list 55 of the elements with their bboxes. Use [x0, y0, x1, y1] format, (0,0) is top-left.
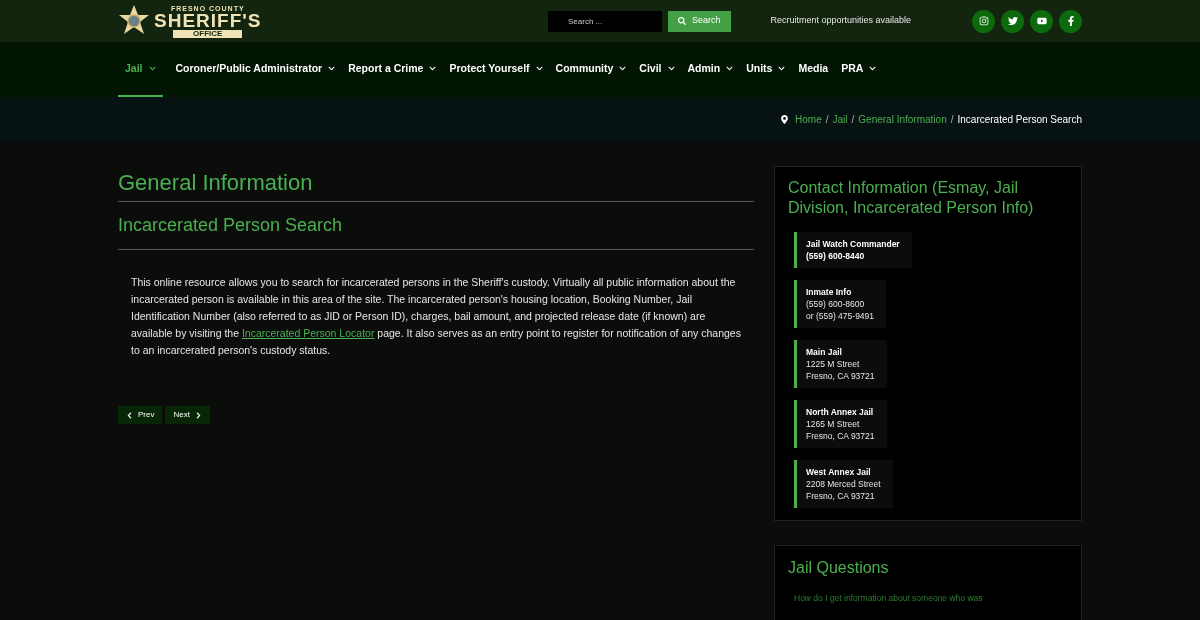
prev-button[interactable]: Prev: [118, 406, 163, 424]
location-pin-icon: [780, 115, 790, 124]
contact-line: Fresno, CA 93721: [806, 430, 875, 442]
search-icon: [678, 17, 686, 25]
recruitment-text[interactable]: Recruitment opportunities available: [770, 14, 912, 28]
contact-line: Fresno, CA 93721: [806, 370, 875, 382]
chevron-left-icon: [126, 411, 133, 419]
contact-line: (559) 600-8440: [806, 250, 866, 262]
contact-line: 1225 M Street: [806, 358, 861, 370]
question-link[interactable]: How do I get information about someone who was: [788, 592, 1068, 605]
nav-item[interactable]: Community: [555, 42, 627, 97]
nav-item[interactable]: Units: [746, 42, 786, 97]
instagram-icon: [978, 16, 989, 26]
breadcrumb-separator: /: [825, 113, 829, 127]
page-title: General Information: [118, 166, 754, 202]
nav-item[interactable]: Admin: [687, 42, 734, 97]
breadcrumb-separator: /: [950, 113, 954, 127]
nav-item[interactable]: Protect Yourself: [449, 42, 543, 97]
description-paragraph: This online resource allows you to search for incarcerated persons in the Sheriff's custody. Virtually all public information about the incarcerated person is available in this area of the site. The incarcerated person's housing location, Booking Number, Jail Identification Number (also referred to as JID or Person ID), charges, bail amount, and projected release date (if known) are available by visiting the Incarcerated Person Locator page. It also serves as an entry point to register for notification of any changes to an incarcerated person's custody status.: [130, 275, 742, 358]
locator-link[interactable]: Incarcerated Person Locator: [241, 327, 375, 339]
twitter-icon: [1007, 16, 1018, 26]
breadcrumb-separator: /: [851, 113, 855, 127]
contact-title: Contact Information (Esmay, Jail Division, Incarcerated Person Info): [788, 178, 1035, 218]
facebook-button[interactable]: [1059, 9, 1082, 33]
nav-item[interactable]: PRA: [841, 42, 877, 97]
instagram-button[interactable]: [972, 9, 995, 33]
nav-item[interactable]: Report a Crime: [348, 42, 437, 97]
questions-title: Jail Questions: [788, 558, 890, 578]
nav-item[interactable]: Media: [798, 42, 829, 97]
section-title: Incarcerated Person Search: [118, 202, 754, 250]
contact-name: West Annex Jail: [806, 466, 872, 478]
facebook-icon: [1065, 16, 1076, 26]
next-button[interactable]: Next: [165, 406, 210, 424]
contact-name: Jail Watch Commander: [806, 238, 900, 250]
breadcrumb-link[interactable]: Home: [795, 112, 822, 127]
logo-main-text: SHERIFF'S: [154, 11, 262, 30]
chevron-right-icon: [194, 411, 202, 419]
contact-line: 1265 M Street: [806, 418, 861, 430]
breadcrumb-link[interactable]: Jail: [832, 112, 848, 127]
youtube-button[interactable]: [1030, 9, 1053, 33]
contact-line: or (559) 475-9491: [806, 310, 875, 322]
logo-bottom-text: OFFICE: [173, 29, 243, 38]
contact-name: Inmate Info: [806, 286, 853, 298]
current-page-text: Incarcerated Person Search: [957, 113, 1082, 127]
youtube-icon: [1036, 16, 1047, 26]
nav-item[interactable]: Civil: [639, 42, 675, 97]
contact-line: (559) 600-8600: [806, 298, 866, 310]
breadcrumb-link[interactable]: General Information: [858, 112, 947, 127]
contact-name: Main Jail: [806, 346, 843, 358]
search-field[interactable]: Search ...: [548, 10, 662, 32]
contact-line: Fresno, CA 93721: [806, 490, 876, 502]
contact-name: North Annex Jail: [806, 406, 875, 418]
nav-item[interactable]: Coroner/Public Administrator: [175, 42, 336, 97]
contact-line: 2208 Merced Street: [806, 478, 881, 490]
twitter-button[interactable]: [1001, 9, 1024, 33]
